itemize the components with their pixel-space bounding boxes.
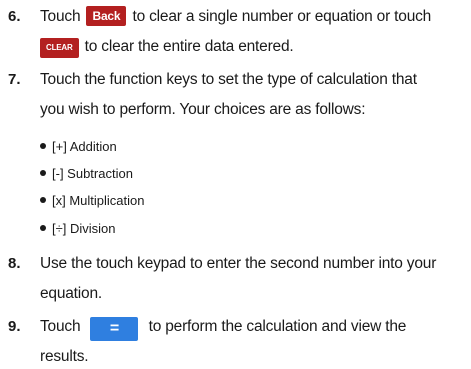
step-number: 6. bbox=[8, 8, 21, 25]
list-item-label: [-] Subtraction bbox=[52, 166, 133, 181]
list-item-label: [x] Multiplication bbox=[52, 193, 145, 208]
list-item: [+] Addition bbox=[40, 137, 117, 157]
bullet-icon bbox=[40, 197, 46, 203]
step-text-fragment: to perform the calculation and view the bbox=[148, 318, 407, 335]
step-text-fragment: to clear a single number or equation or … bbox=[132, 8, 432, 25]
manual-page: 6. Touch Back to clear a single number o… bbox=[0, 0, 471, 369]
step-text: Touch Back to clear a single number or e… bbox=[40, 6, 465, 66]
step-line: CLEAR to clear the entire data entered. bbox=[40, 36, 465, 66]
equals-key-icon: = bbox=[90, 317, 139, 341]
step-text-fragment: Touch bbox=[40, 8, 81, 25]
list-item-label: [÷] Division bbox=[52, 221, 116, 236]
bullet-icon bbox=[40, 225, 46, 231]
bullet-icon bbox=[40, 143, 46, 149]
step-text: Touch the function keys to set the type … bbox=[40, 69, 465, 129]
step-number: 8. bbox=[8, 255, 21, 272]
step-line: Touch = to perform the calculation and v… bbox=[40, 316, 465, 346]
step-line: you wish to perform. Your choices are as… bbox=[40, 101, 366, 118]
step-line: Use the touch keypad to enter the second… bbox=[40, 255, 437, 272]
step-number: 7. bbox=[8, 71, 21, 88]
list-item: [-] Subtraction bbox=[40, 164, 133, 184]
step-text: Use the touch keypad to enter the second… bbox=[40, 253, 465, 313]
step-text: Touch = to perform the calculation and v… bbox=[40, 316, 465, 368]
step-line: Touch Back to clear a single number or e… bbox=[40, 6, 465, 36]
step-text-fragment: Touch bbox=[40, 318, 81, 335]
list-item: [x] Multiplication bbox=[40, 191, 144, 211]
bullet-icon bbox=[40, 170, 46, 176]
clear-key-icon: CLEAR bbox=[40, 38, 79, 58]
list-item: [÷] Division bbox=[40, 219, 115, 239]
step-text-fragment: to clear the entire data entered. bbox=[84, 38, 294, 55]
step-line: results. bbox=[40, 348, 89, 365]
step-number: 9. bbox=[8, 318, 21, 335]
step-line: Touch the function keys to set the type … bbox=[40, 71, 417, 88]
list-item-label: [+] Addition bbox=[52, 139, 117, 154]
back-key-icon: Back bbox=[86, 6, 127, 26]
step-line: equation. bbox=[40, 285, 102, 302]
